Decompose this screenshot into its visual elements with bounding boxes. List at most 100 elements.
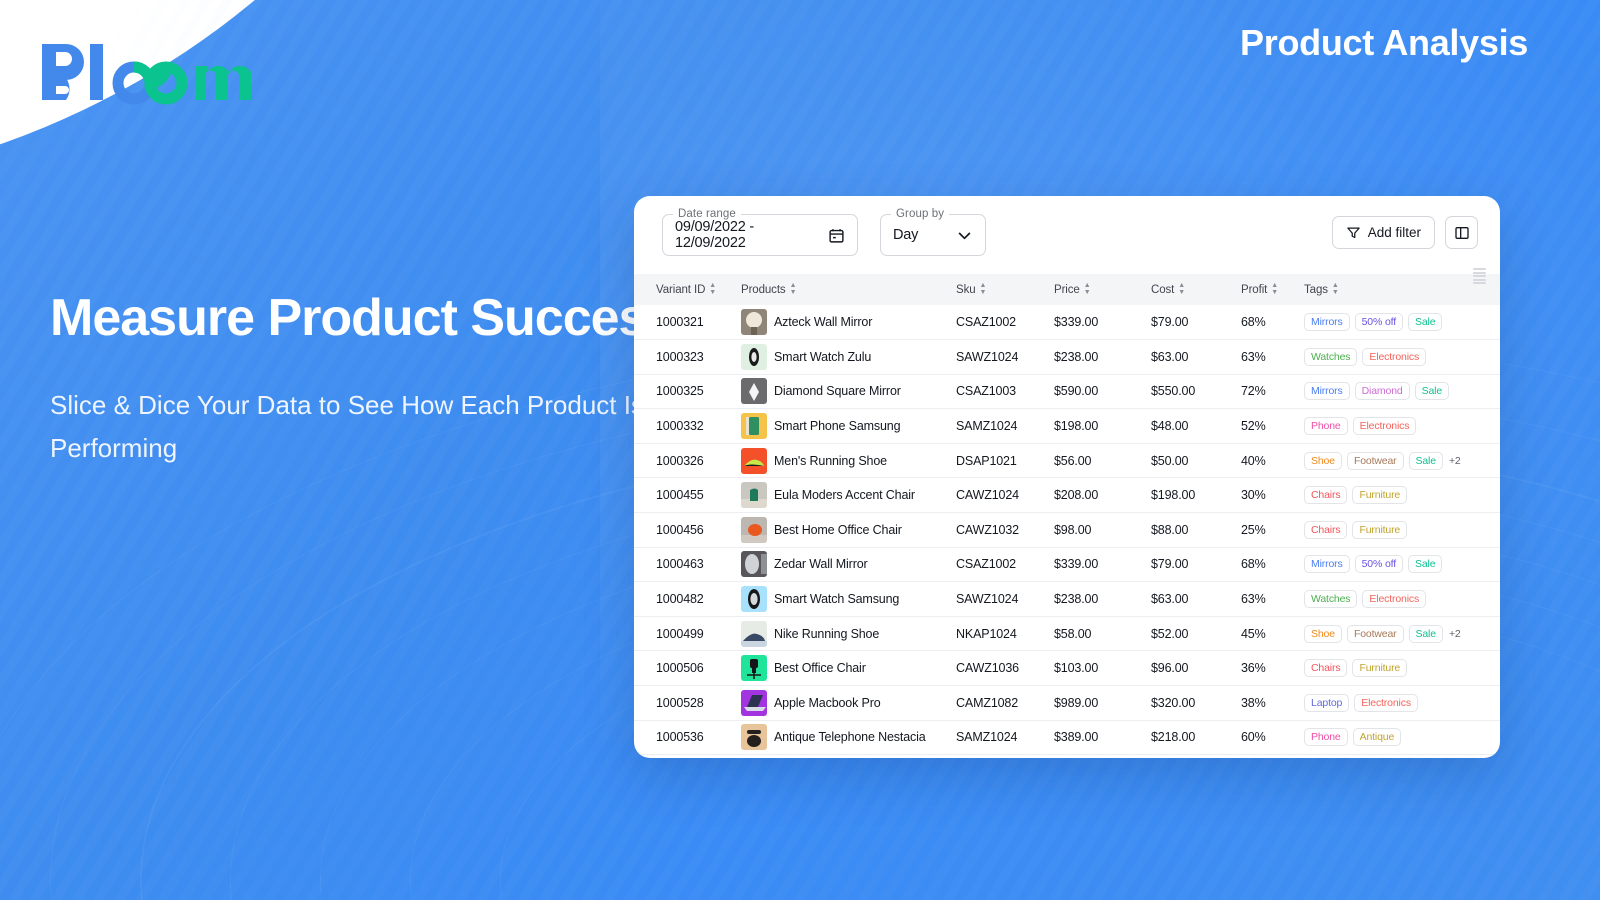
column-header-profit[interactable]: Profit ▲ ▼ bbox=[1241, 274, 1304, 305]
tag-chip[interactable]: Furniture bbox=[1352, 520, 1408, 539]
table-row[interactable]: 1000536 Antique Telephone Nestacia SAMZ102… bbox=[634, 720, 1500, 756]
column-header-products[interactable]: Products ▲ ▼ bbox=[741, 274, 956, 305]
tag-chip[interactable]: Sale bbox=[1414, 382, 1450, 401]
column-header-sku[interactable]: Sku ▲ ▼ bbox=[956, 274, 1054, 305]
panel-resize-grip[interactable] bbox=[1473, 268, 1486, 284]
product-name: Best Home Office Chair bbox=[774, 522, 902, 537]
tag-chip[interactable]: Laptop bbox=[1304, 693, 1350, 712]
tag-chip[interactable]: Chairs bbox=[1304, 659, 1348, 678]
table-row[interactable]: 1000321 Azteck Wall Mirror CSAZ1002 $339.00… bbox=[634, 305, 1500, 341]
column-header-cost[interactable]: Cost ▲ ▼ bbox=[1151, 274, 1241, 305]
sort-arrows-icon[interactable]: ▲ ▼ bbox=[709, 282, 716, 296]
product-name: Eula Moders Accent Chair bbox=[774, 488, 915, 503]
cell-variant-id: 1000463 bbox=[634, 547, 741, 583]
tag-chip[interactable]: Footwear bbox=[1346, 451, 1404, 470]
table-row[interactable]: 1000325 Diamond Square Mirror CSAZ1003 $590… bbox=[634, 374, 1500, 410]
sort-arrows-icon[interactable]: ▲ ▼ bbox=[980, 282, 987, 296]
columns-layout-button[interactable] bbox=[1445, 216, 1478, 249]
table-row[interactable]: 1000528 Apple Macbook Pro CAMZ1082 $989.00 $… bbox=[634, 685, 1500, 721]
table-row[interactable]: 1000482 Smart Watch Samsung SAWZ1024 $238.0… bbox=[634, 581, 1500, 617]
cell-cost: $96.00 bbox=[1151, 650, 1241, 687]
tag-chip[interactable]: Electronics bbox=[1362, 347, 1427, 366]
table-row[interactable]: 1000326 Men's Running Shoe DSAP1021 $56.00 $… bbox=[634, 443, 1500, 479]
tag-overflow-count[interactable]: +2 bbox=[1448, 628, 1461, 640]
tag-chip[interactable]: Phone bbox=[1304, 728, 1348, 747]
hero-headline: Measure Product Success bbox=[50, 289, 675, 347]
cell-price: $339.00 bbox=[1054, 305, 1151, 341]
cell-tags: Shoe Footwear Sale +2 bbox=[1304, 616, 1500, 652]
cell-product: Smart Phone Samsung bbox=[741, 408, 956, 444]
tag-overflow-count[interactable]: +2 bbox=[1448, 455, 1461, 467]
table-row[interactable]: 1000456 Best Home Office Chair CAWZ1032 $98… bbox=[634, 512, 1500, 548]
tag-chip[interactable]: Chairs bbox=[1304, 486, 1348, 505]
tag-chip[interactable]: Mirrors bbox=[1304, 313, 1350, 332]
table-row[interactable]: 1000455 Eula Moders Accent Chair CAWZ1024 $… bbox=[634, 477, 1500, 514]
sort-arrows-icon[interactable]: ▲ ▼ bbox=[1178, 282, 1185, 296]
column-header-label: Products bbox=[741, 283, 786, 296]
product-name: Antique Telephone Nestacia bbox=[774, 730, 926, 745]
tag-chip[interactable]: Antique bbox=[1352, 728, 1402, 747]
table-row[interactable]: 1000506 Best Office Chair CAWZ1036 $103.00 $… bbox=[634, 650, 1500, 687]
tag-chip[interactable]: Diamond bbox=[1354, 382, 1410, 401]
cell-cost: $63.00 bbox=[1151, 339, 1241, 375]
group-by-field[interactable]: Group by Day bbox=[880, 208, 986, 256]
calendar-icon[interactable] bbox=[828, 227, 845, 244]
tag-chip[interactable]: Phone bbox=[1304, 417, 1348, 436]
table-row[interactable]: 1000323 Smart Watch Zulu SAWZ1024 $238.00 $6… bbox=[634, 339, 1500, 375]
cell-product: Best Home Office Chair bbox=[741, 512, 956, 548]
product-thumbnail bbox=[741, 586, 767, 613]
cell-profit: 68% bbox=[1241, 305, 1304, 341]
date-range-field[interactable]: Date range 09/09/2022 - 12/09/2022 bbox=[662, 208, 858, 256]
column-header-price[interactable]: Price ▲ ▼ bbox=[1054, 274, 1151, 305]
tag-chip[interactable]: Shoe bbox=[1304, 624, 1342, 643]
cell-tags: Shoe Footwear Sale +2 bbox=[1304, 443, 1500, 479]
product-name: Smart Watch Zulu bbox=[774, 349, 872, 364]
bloom-logo[interactable] bbox=[38, 38, 278, 112]
cell-tags: Chairs Furniture bbox=[1304, 477, 1500, 514]
sort-arrows-icon[interactable]: ▲ ▼ bbox=[790, 282, 797, 296]
tag-chip[interactable]: 50% off bbox=[1354, 555, 1403, 574]
product-thumbnail bbox=[741, 724, 767, 751]
tag-chip[interactable]: Furniture bbox=[1352, 486, 1408, 505]
table-row[interactable]: 1000499 Nike Running Shoe NKAP1024 $58.00 $5… bbox=[634, 616, 1500, 652]
cell-variant-id: 1000332 bbox=[634, 408, 741, 444]
chevron-down-icon[interactable] bbox=[956, 227, 973, 244]
table-row[interactable]: 1000332 Smart Phone Samsung SAMZ1024 $198.0… bbox=[634, 408, 1500, 444]
tag-chip[interactable]: Furniture bbox=[1352, 659, 1408, 678]
tag-chip[interactable]: Watches bbox=[1304, 590, 1358, 609]
tag-chip[interactable]: Electronics bbox=[1362, 590, 1427, 609]
cell-variant-id: 1000528 bbox=[634, 685, 741, 721]
product-thumbnail bbox=[741, 447, 767, 474]
tag-chip[interactable]: 50% off bbox=[1354, 313, 1403, 332]
product-thumbnail bbox=[741, 343, 767, 370]
tag-chip[interactable]: Sale bbox=[1407, 313, 1443, 332]
sort-arrows-icon[interactable]: ▲ ▼ bbox=[1332, 282, 1339, 296]
tag-chip[interactable]: Watches bbox=[1304, 347, 1358, 366]
column-header-label: Tags bbox=[1304, 283, 1328, 296]
tag-chip[interactable]: Sale bbox=[1407, 555, 1443, 574]
tag-chip[interactable]: Electronics bbox=[1354, 693, 1418, 712]
add-filter-label: Add filter bbox=[1367, 225, 1421, 240]
product-thumbnail bbox=[741, 482, 767, 509]
tag-chip[interactable]: Mirrors bbox=[1304, 382, 1350, 401]
tag-chip[interactable]: Sale bbox=[1408, 624, 1443, 643]
tag-chip[interactable]: Shoe bbox=[1304, 451, 1342, 470]
product-thumbnail bbox=[741, 620, 767, 647]
cell-variant-id: 1000455 bbox=[634, 477, 741, 514]
add-filter-button[interactable]: Add filter bbox=[1331, 216, 1435, 249]
table-row[interactable]: 1000463 Zedar Wall Mirror CSAZ1002 $339.00 $… bbox=[634, 547, 1500, 583]
cell-cost: $218.00 bbox=[1151, 720, 1241, 756]
column-header-variant_id[interactable]: Variant ID ▲ ▼ bbox=[634, 274, 741, 305]
tag-chip[interactable]: Footwear bbox=[1346, 624, 1404, 643]
tag-chip[interactable]: Electronics bbox=[1352, 417, 1417, 436]
cell-profit: 72% bbox=[1241, 374, 1304, 410]
tag-chip[interactable]: Mirrors bbox=[1304, 555, 1350, 574]
column-header-tags[interactable]: Tags ▲ ▼ bbox=[1304, 274, 1500, 305]
tag-chip[interactable]: Chairs bbox=[1304, 520, 1348, 539]
cell-profit: 68% bbox=[1241, 547, 1304, 583]
product-thumbnail bbox=[741, 551, 767, 578]
cell-product: Azteck Wall Mirror bbox=[741, 305, 956, 341]
sort-arrows-icon[interactable]: ▲ ▼ bbox=[1084, 282, 1091, 296]
tag-chip[interactable]: Sale bbox=[1408, 451, 1443, 470]
sort-arrows-icon[interactable]: ▲ ▼ bbox=[1271, 282, 1278, 296]
